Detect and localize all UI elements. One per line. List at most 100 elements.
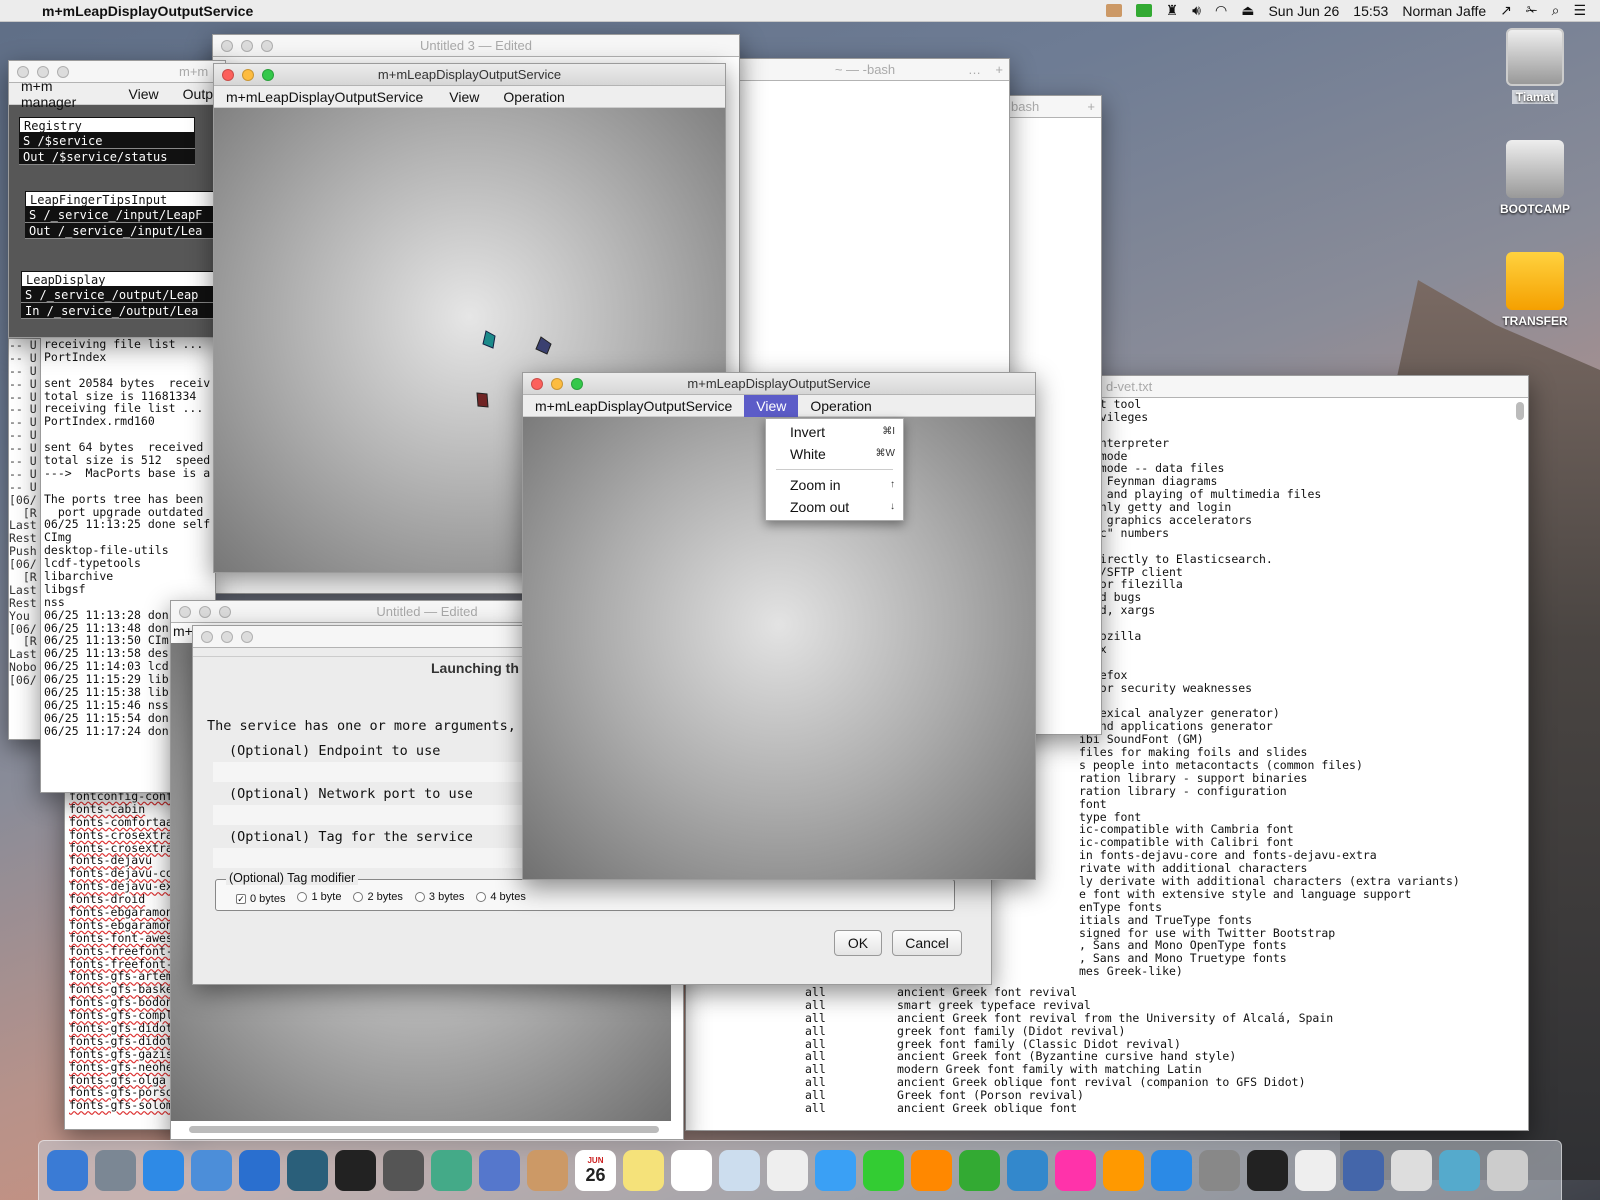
zoom-button[interactable] — [571, 378, 583, 390]
dock-mm-2-icon[interactable] — [431, 1150, 472, 1191]
menubar-app-name[interactable]: m+mLeapDisplayOutputService — [42, 3, 253, 19]
menu-view[interactable]: View — [435, 89, 491, 105]
dock-activity-monitor-icon[interactable] — [1247, 1150, 1288, 1191]
arch-cell: all — [805, 985, 826, 999]
dock-photos-icon[interactable] — [767, 1150, 808, 1191]
menu-item-zoom-in[interactable]: Zoom in ↑ — [766, 474, 903, 496]
endpoint-input[interactable] — [213, 762, 523, 782]
tag-modifier-radio[interactable]: 3 bytes — [414, 891, 464, 903]
editor-line: n Mozilla — [1079, 629, 1142, 644]
dock-keynote-icon[interactable] — [1007, 1150, 1048, 1191]
close-button[interactable] — [531, 378, 543, 390]
description-cell: ancient Greek oblique font revival (comp… — [897, 1075, 1306, 1090]
menu-view[interactable]: View — [117, 86, 171, 102]
menu-item-white[interactable]: White ⌘W — [766, 443, 903, 465]
leap-menu: m+mLeapDisplayOutputService View Operati… — [214, 86, 725, 108]
menu-app[interactable]: m+mLeapDisplayOutputService — [214, 89, 435, 105]
menubar-user[interactable]: Norman Jaffe — [1402, 3, 1486, 19]
dock-app-store-icon[interactable] — [1151, 1150, 1192, 1191]
horizontal-scrollbar[interactable] — [189, 1126, 659, 1133]
menu-view[interactable]: View — [744, 394, 799, 417]
menu-app[interactable]: m+mLeapDisplayOutputService — [523, 398, 744, 414]
dock-leap-app-icon[interactable] — [1343, 1150, 1384, 1191]
dock-notes-icon[interactable] — [623, 1150, 664, 1191]
battery-icon[interactable] — [1135, 4, 1152, 17]
title-bar: m+m — [9, 61, 225, 83]
hard-drive-icon — [1506, 28, 1564, 86]
dock-sourcetree-icon[interactable] — [287, 1150, 328, 1191]
dock-terminal-icon[interactable] — [335, 1150, 376, 1191]
registry-node[interactable]: Registry S /$service Out /$service/statu… — [19, 117, 195, 165]
dock-xcode-icon[interactable] — [191, 1150, 232, 1191]
menu-operation[interactable]: Operation — [491, 89, 576, 105]
field-label-tag: (Optional) Tag for the service — [229, 829, 473, 845]
scrollbar-thumb[interactable] — [1516, 402, 1524, 420]
dock-system-preferences-icon[interactable] — [1199, 1150, 1240, 1191]
tool-icon[interactable]: ✁ — [1526, 2, 1538, 19]
ok-button[interactable]: OK — [834, 930, 882, 956]
wifi-icon[interactable]: ◠ — [1215, 2, 1227, 19]
dock-finder-icon[interactable] — [47, 1150, 88, 1191]
status-icon-1[interactable] — [1105, 4, 1122, 17]
description-cell: greek font family (Classic Didot revival… — [897, 1036, 1181, 1051]
radio-circle-icon — [353, 892, 364, 902]
dock-safari-icon[interactable] — [143, 1150, 184, 1191]
port-input[interactable] — [213, 805, 523, 825]
dock-visual-studio-code-icon[interactable] — [239, 1150, 280, 1191]
desktop-icon-tiamat[interactable]: Tiamat — [1498, 28, 1572, 104]
dock-reminders-icon[interactable] — [671, 1150, 712, 1191]
desktop-icon-transfer[interactable]: TRANSFER — [1498, 252, 1572, 328]
tag-modifier-radio[interactable]: 1 byte — [297, 891, 341, 903]
dock-calendar-icon[interactable]: JUN 26 — [575, 1150, 616, 1191]
radio-circle-icon — [414, 892, 425, 902]
menubar-date[interactable]: Sun Jun 26 — [1268, 3, 1339, 19]
dock-pages-icon[interactable] — [911, 1150, 952, 1191]
desktop-icon-bootcamp[interactable]: BOOTCAMP — [1498, 140, 1572, 216]
terminal-line: total size is 512 speed — [44, 453, 211, 468]
zoom-button[interactable] — [262, 69, 274, 81]
dock-downloads-icon[interactable] — [1439, 1150, 1480, 1191]
tag-modifier-radio[interactable]: ✓ 0 bytes — [236, 893, 285, 905]
close-button[interactable] — [222, 69, 234, 81]
dock-preview-icon[interactable] — [719, 1150, 760, 1191]
dock-ibooks-icon[interactable] — [1103, 1150, 1144, 1191]
menu-operation[interactable]: Operation — [798, 398, 883, 414]
title-bar: m+mLeapDisplayOutputService — [523, 373, 1035, 395]
spotlight-search-icon[interactable]: ⌕ — [1552, 2, 1560, 19]
person-icon[interactable]: ♜ — [1166, 2, 1179, 19]
dock-trash-icon[interactable] — [1487, 1150, 1528, 1191]
tag-modifier-radio[interactable]: 2 bytes — [353, 891, 403, 903]
tag-modifier-radio[interactable]: 4 bytes — [476, 891, 526, 903]
menu-separator — [776, 469, 893, 470]
dock-contacts-icon[interactable] — [527, 1150, 568, 1191]
dock-numbers-icon[interactable] — [959, 1150, 1000, 1191]
eject-icon[interactable]: ⏏ — [1241, 2, 1254, 19]
volume-icon[interactable]: 🔊︎ — [1192, 2, 1201, 19]
menu-item-invert[interactable]: Invert ⌘I — [766, 421, 903, 443]
dock-facetime-icon[interactable] — [863, 1150, 904, 1191]
minimize-button[interactable] — [551, 378, 563, 390]
editor-line: d interpreter — [1079, 435, 1170, 450]
dock-mm-3-icon[interactable] — [479, 1150, 520, 1191]
dock-grapher-icon[interactable] — [1391, 1150, 1432, 1191]
dock-textedit-icon[interactable] — [1295, 1150, 1336, 1191]
notification-center-icon[interactable]: ☰ — [1573, 2, 1586, 19]
tag-input[interactable] — [213, 848, 523, 868]
dock-launchpad-icon[interactable] — [95, 1150, 136, 1191]
menubar-time[interactable]: 15:53 — [1353, 3, 1388, 19]
dock-messages-icon[interactable] — [815, 1150, 856, 1191]
mm-manager-window[interactable]: m+m m+m manager View Outp Registry S /$s… — [8, 60, 226, 338]
cancel-button[interactable]: Cancel — [892, 930, 962, 956]
leapdisplay-node[interactable]: LeapDisplay S /_service_/output/Leap In … — [21, 271, 225, 319]
menu-item-zoom-out[interactable]: Zoom out ↓ — [766, 496, 903, 518]
fingertips-node[interactable]: LeapFingerTipsInput S /_service_/input/L… — [25, 191, 225, 239]
dock-itunes-icon[interactable] — [1055, 1150, 1096, 1191]
minimize-button[interactable] — [242, 69, 254, 81]
new-tab-icon[interactable]: + — [995, 59, 1003, 81]
new-tab-icon[interactable]: + — [1087, 96, 1095, 118]
pen-icon[interactable]: ↗ — [1500, 2, 1512, 19]
dock-mm-1-icon[interactable] — [383, 1150, 424, 1191]
editor-line: fox — [1079, 655, 1460, 669]
